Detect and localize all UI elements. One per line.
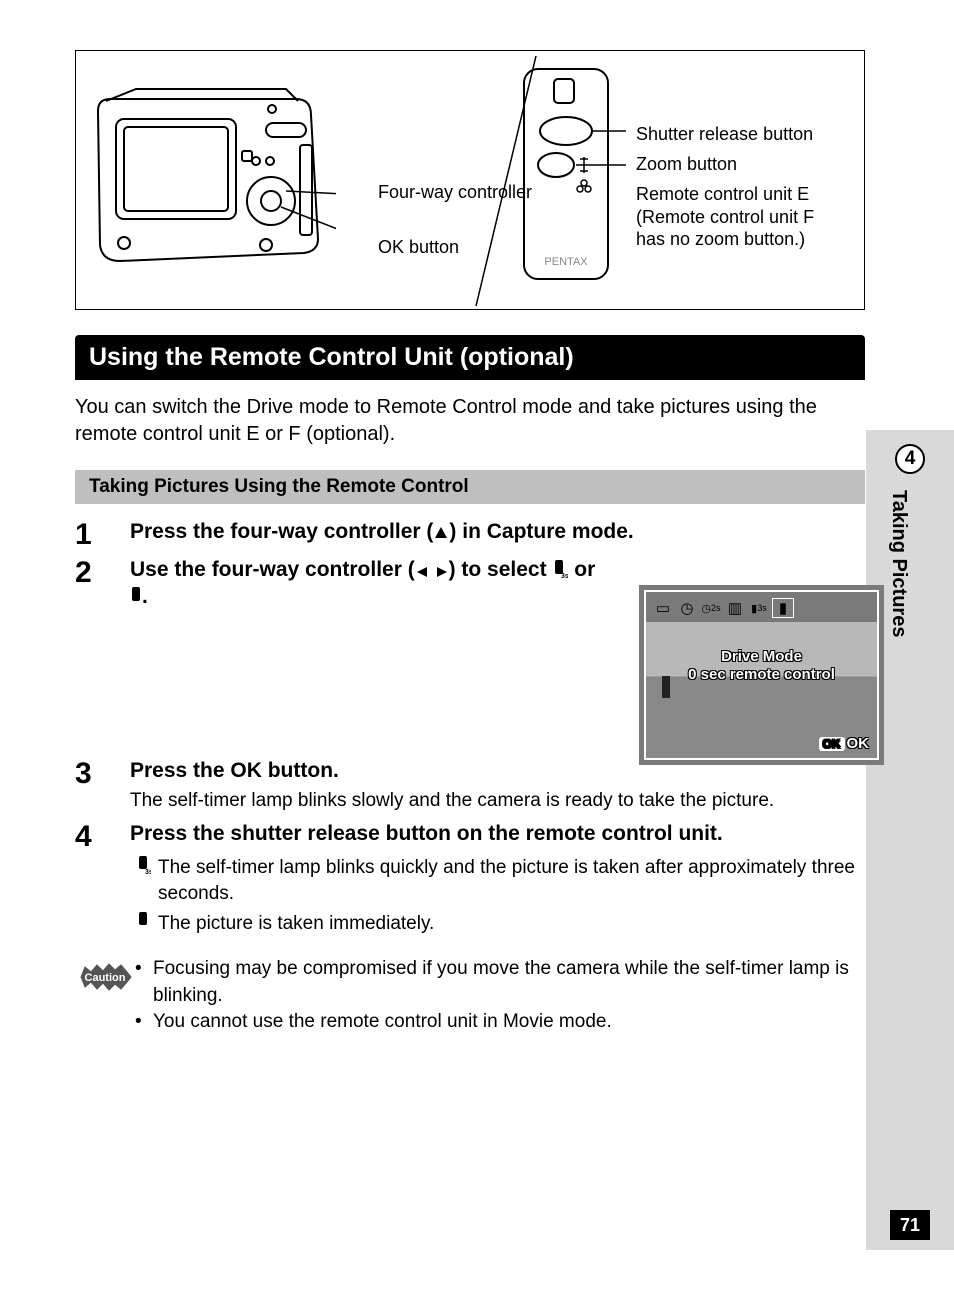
intro-paragraph: You can switch the Drive mode to Remote … (75, 394, 865, 448)
step-1-title: Press the four-way controller () in Capt… (130, 518, 865, 545)
chapter-title: Taking Pictures (887, 490, 910, 637)
step-4-subitem-3s: 3s The self-timer lamp blinks quickly an… (130, 855, 865, 906)
caution-icon: Caution (77, 960, 133, 994)
caution-item: •You cannot use the remote control unit … (135, 1009, 865, 1036)
shutter-release-label: Shutter release button (636, 123, 813, 146)
svg-text:Caution: Caution (85, 972, 126, 984)
right-arrow-icon (435, 565, 449, 579)
sub-heading: Taking Pictures Using the Remote Control (75, 470, 865, 504)
step-number: 1 (75, 518, 130, 550)
step-4: 4 Press the shutter release button on th… (75, 820, 865, 942)
caution-item: •Focusing may be compromised if you move… (135, 956, 865, 1009)
ok-button-label: OK button (378, 236, 459, 259)
lcd-preview: ▭ ◷ ◷2s ▥ ▮3s ▮ Drive Mode 0 sec remote … (639, 585, 884, 765)
single-shot-icon: ▭ (652, 598, 674, 618)
lcd-ok-indicator: OKOK (819, 735, 870, 752)
step-4-title: Press the shutter release button on the … (130, 820, 865, 847)
step-number: 2 (75, 556, 130, 751)
remote-illustration: PENTAX (506, 61, 626, 291)
lcd-drive-mode-title: Drive Mode (646, 648, 877, 665)
lcd-drive-mode-subtitle: 0 sec remote control (646, 666, 877, 683)
side-tab: 4 Taking Pictures 71 (866, 430, 954, 1250)
page-content: Four-way controller OK button PENTAX (75, 50, 865, 1036)
camera-illustration (86, 71, 336, 271)
step-number: 3 (75, 757, 130, 814)
step-3: 3 Press the OK button. The self-timer la… (75, 757, 865, 814)
remote-3s-icon: ▮3s (748, 598, 770, 618)
continuous-icon: ▥ (724, 598, 746, 618)
remote-0s-icon-selected: ▮ (772, 598, 794, 618)
step-3-desc: The self-timer lamp blinks slowly and th… (130, 788, 865, 814)
chapter-number-badge: 4 (895, 444, 925, 474)
section-heading: Using the Remote Control Unit (optional) (75, 335, 865, 380)
page-number: 71 (890, 1210, 930, 1240)
zoom-button-label: Zoom button (636, 153, 737, 176)
remote-brand-text: PENTAX (544, 256, 588, 268)
step-number: 4 (75, 820, 130, 942)
remote-3s-icon: 3s (137, 855, 151, 875)
hardware-diagram: Four-way controller OK button PENTAX (75, 50, 865, 310)
remote-0s-icon (130, 586, 142, 606)
remote-3s-icon: 3s (552, 559, 568, 579)
drive-mode-icon-strip: ▭ ◷ ◷2s ▥ ▮3s ▮ (652, 595, 871, 621)
remote-unit-label: Remote control unit E (Remote control un… (636, 183, 846, 251)
left-arrow-icon (415, 565, 429, 579)
step-4-subitem-0s: The picture is taken immediately. (130, 911, 865, 939)
self-timer-2s-icon: ◷2s (700, 598, 722, 618)
up-arrow-icon (433, 525, 449, 541)
svg-text:3s: 3s (145, 869, 151, 875)
remote-0s-icon (137, 911, 151, 931)
ok-badge-icon: OK (819, 737, 845, 751)
step-1: 1 Press the four-way controller () in Ca… (75, 518, 865, 550)
caution-block: Caution •Focusing may be compromised if … (75, 956, 865, 1036)
self-timer-icon: ◷ (676, 598, 698, 618)
